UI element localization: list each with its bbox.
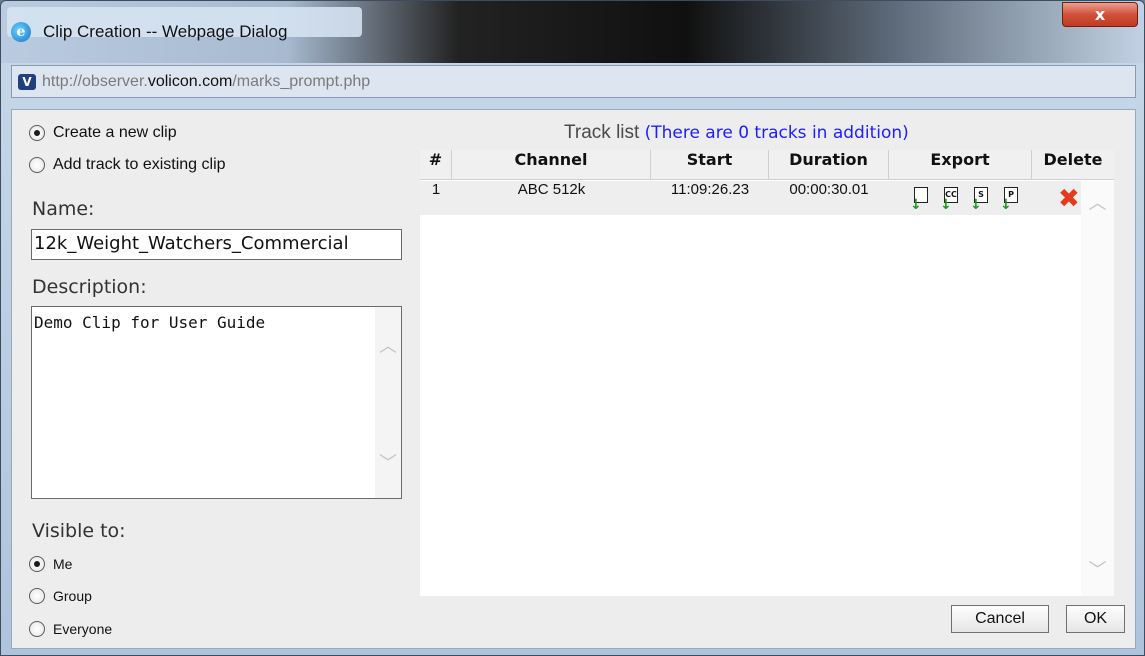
ie-browser-icon: e (11, 22, 31, 42)
column-header-num: # (420, 150, 452, 180)
export-s-icon[interactable]: S ↓ (970, 187, 992, 213)
column-header-channel: Channel (452, 150, 651, 180)
dialog-content: Create a new clip Add track to existing … (11, 109, 1136, 649)
volicon-site-icon: V (18, 74, 36, 90)
down-arrow-icon: ↓ (970, 197, 982, 213)
radio-label: Create a new clip (53, 124, 177, 141)
radio-unchecked-icon[interactable] (29, 588, 45, 604)
table-scrollbar[interactable]: ︿ ﹀ (1081, 181, 1114, 596)
radio-create-new-clip[interactable]: Create a new clip (29, 124, 177, 142)
radio-visible-everyone[interactable]: Everyone (29, 621, 112, 637)
column-header-start: Start (651, 150, 769, 180)
chevron-up-icon[interactable]: ︿ (1081, 189, 1114, 215)
row-duration: 00:00:30.01 (789, 181, 869, 198)
radio-checked-icon[interactable] (29, 125, 45, 141)
table-row: 1 ABC 512k 11:09:26.23 00:00:30.01 ↓ CC ↓… (420, 181, 1114, 215)
title-bar: e Clip Creation -- Webpage Dialog x (1, 1, 1144, 63)
radio-unchecked-icon[interactable] (29, 621, 45, 637)
track-table: # Channel Start Duration Export Delete 1… (420, 150, 1114, 596)
radio-visible-group[interactable]: Group (29, 588, 92, 604)
address-bar: V http://observer.volicon.com/marks_prom… (11, 65, 1136, 98)
address-url: http://observer.volicon.com/marks_prompt… (42, 73, 370, 91)
radio-label: Group (53, 588, 92, 604)
delete-icon[interactable]: ✖ (1058, 184, 1080, 214)
column-header-export: Export (889, 150, 1032, 180)
down-arrow-icon: ↓ (940, 197, 952, 213)
column-header-delete: Delete (1043, 150, 1103, 169)
chevron-down-icon[interactable]: ﹀ (375, 449, 401, 475)
track-list-heading: Track list (564, 122, 640, 143)
row-start: 11:09:26.23 (670, 181, 750, 198)
table-header: # Channel Start Duration Export Delete (420, 150, 1114, 180)
row-channel: ABC 512k (517, 181, 586, 198)
radio-add-track[interactable]: Add track to existing clip (29, 156, 226, 174)
export-blank-icon[interactable]: ↓ (910, 187, 932, 213)
name-input[interactable]: 12k_Weight_Watchers_Commercial (31, 229, 402, 260)
radio-label: Everyone (53, 621, 113, 637)
name-label: Name: (32, 198, 95, 220)
export-cc-icon[interactable]: CC ↓ (940, 187, 962, 213)
radio-checked-icon[interactable] (29, 556, 45, 572)
chevron-down-icon[interactable]: ﹀ (1081, 556, 1114, 582)
url-prefix: http://observer. (42, 73, 148, 90)
url-domain: volicon.com (147, 73, 233, 90)
column-header-duration: Duration (769, 150, 889, 180)
radio-label: Add track to existing clip (53, 156, 226, 173)
ok-button[interactable]: OK (1066, 605, 1125, 633)
description-textarea[interactable]: Demo Clip for User Guide ︿ ﹀ (31, 306, 402, 499)
radio-visible-me[interactable]: Me (29, 556, 72, 572)
close-button[interactable]: x (1062, 2, 1138, 27)
down-arrow-icon: ↓ (1000, 197, 1012, 213)
export-icons: ↓ CC ↓ S ↓ P ↓ (896, 187, 1036, 213)
url-path: /marks_prompt.php (232, 73, 371, 90)
description-text: Demo Clip for User Guide (34, 313, 266, 332)
radio-unchecked-icon[interactable] (29, 157, 45, 173)
cancel-button[interactable]: Cancel (951, 605, 1049, 633)
dialog-window: e Clip Creation -- Webpage Dialog x V ht… (0, 0, 1145, 656)
track-list-title: Track list (There are 0 tracks in additi… (564, 122, 909, 144)
down-arrow-icon: ↓ (910, 197, 922, 213)
visible-to-label: Visible to: (32, 520, 126, 542)
row-number: 1 (431, 181, 441, 198)
chevron-up-icon[interactable]: ︿ (375, 332, 401, 358)
description-scrollbar[interactable]: ︿ ﹀ (375, 307, 401, 498)
track-count-note: (There are 0 tracks in addition) (644, 123, 909, 143)
description-label: Description: (32, 276, 147, 298)
window-title: Clip Creation -- Webpage Dialog (43, 22, 288, 41)
export-p-icon[interactable]: P ↓ (1000, 187, 1022, 213)
radio-label: Me (53, 556, 73, 572)
